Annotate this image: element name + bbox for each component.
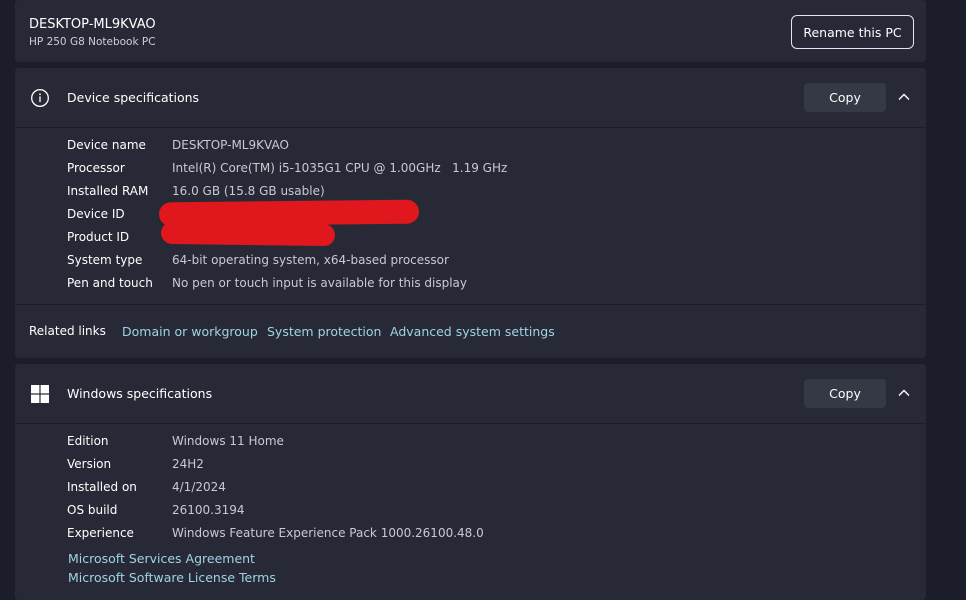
windows-specifications-card: Windows specifications Copy Edition Wind… <box>15 364 926 600</box>
services-agreement-link[interactable]: Microsoft Services Agreement <box>68 551 276 570</box>
spec-value[interactable]: No pen or touch input is available for t… <box>172 276 467 290</box>
windows-links: Microsoft Services Agreement Microsoft S… <box>68 551 276 589</box>
domain-workgroup-link[interactable]: Domain or workgroup <box>122 324 258 339</box>
spec-label: Processor <box>67 161 125 175</box>
spec-value[interactable]: DESKTOP-ML9KVAO <box>172 138 289 152</box>
spec-value[interactable]: 4/1/2024 <box>172 480 226 494</box>
pc-model: HP 250 G8 Notebook PC <box>29 36 156 48</box>
spec-label: Installed on <box>67 480 137 494</box>
spec-value[interactable]: Windows 11 Home <box>172 434 284 448</box>
spec-value[interactable]: 24H2 <box>172 457 204 471</box>
device-specifications-header[interactable]: Device specifications Copy <box>15 68 926 128</box>
system-protection-link[interactable]: System protection <box>267 324 381 339</box>
spec-value[interactable]: 16.0 GB (15.8 GB usable) <box>172 184 325 198</box>
windows-specifications-header[interactable]: Windows specifications Copy <box>15 364 926 424</box>
rename-pc-button[interactable]: Rename this PC <box>791 15 914 49</box>
related-links-bar: Related links Domain or workgroup System… <box>15 304 926 358</box>
copy-device-specs-button[interactable]: Copy <box>804 83 886 112</box>
chevron-up-icon[interactable] <box>897 90 911 104</box>
device-specifications-title: Device specifications <box>67 90 200 105</box>
spec-value[interactable]: 26100.3194 <box>172 503 245 517</box>
windows-specifications-title: Windows specifications <box>67 386 213 401</box>
spec-label: Installed RAM <box>67 184 149 198</box>
spec-label: OS build <box>67 503 118 517</box>
spec-value[interactable]: 64-bit operating system, x64-based proce… <box>172 253 449 267</box>
spec-label: Device ID <box>67 207 125 221</box>
advanced-system-settings-link[interactable]: Advanced system settings <box>390 324 555 339</box>
spec-label: Device name <box>67 138 146 152</box>
spec-label: Experience <box>67 526 134 540</box>
pc-name: DESKTOP-ML9KVAO <box>29 17 156 32</box>
windows-logo-icon <box>31 385 49 403</box>
spec-label: Product ID <box>67 230 130 244</box>
device-specifications-card: Device specifications Copy Device name D… <box>15 68 926 358</box>
spec-value[interactable]: Intel(R) Core(TM) i5-1035G1 CPU @ 1.00GH… <box>172 161 507 175</box>
license-terms-link[interactable]: Microsoft Software License Terms <box>68 570 276 589</box>
spec-label: Edition <box>67 434 109 448</box>
spec-value[interactable]: Windows Feature Experience Pack 1000.261… <box>172 526 484 540</box>
info-icon <box>31 89 49 107</box>
pc-name-card: DESKTOP-ML9KVAO HP 250 G8 Notebook PC Re… <box>15 0 926 62</box>
product-id-redaction <box>160 221 336 247</box>
spec-label: System type <box>67 253 143 267</box>
related-links-label: Related links <box>29 324 106 338</box>
chevron-up-icon[interactable] <box>897 386 911 400</box>
spec-label: Version <box>67 457 112 471</box>
spec-label: Pen and touch <box>67 276 153 290</box>
copy-windows-specs-button[interactable]: Copy <box>804 379 886 408</box>
